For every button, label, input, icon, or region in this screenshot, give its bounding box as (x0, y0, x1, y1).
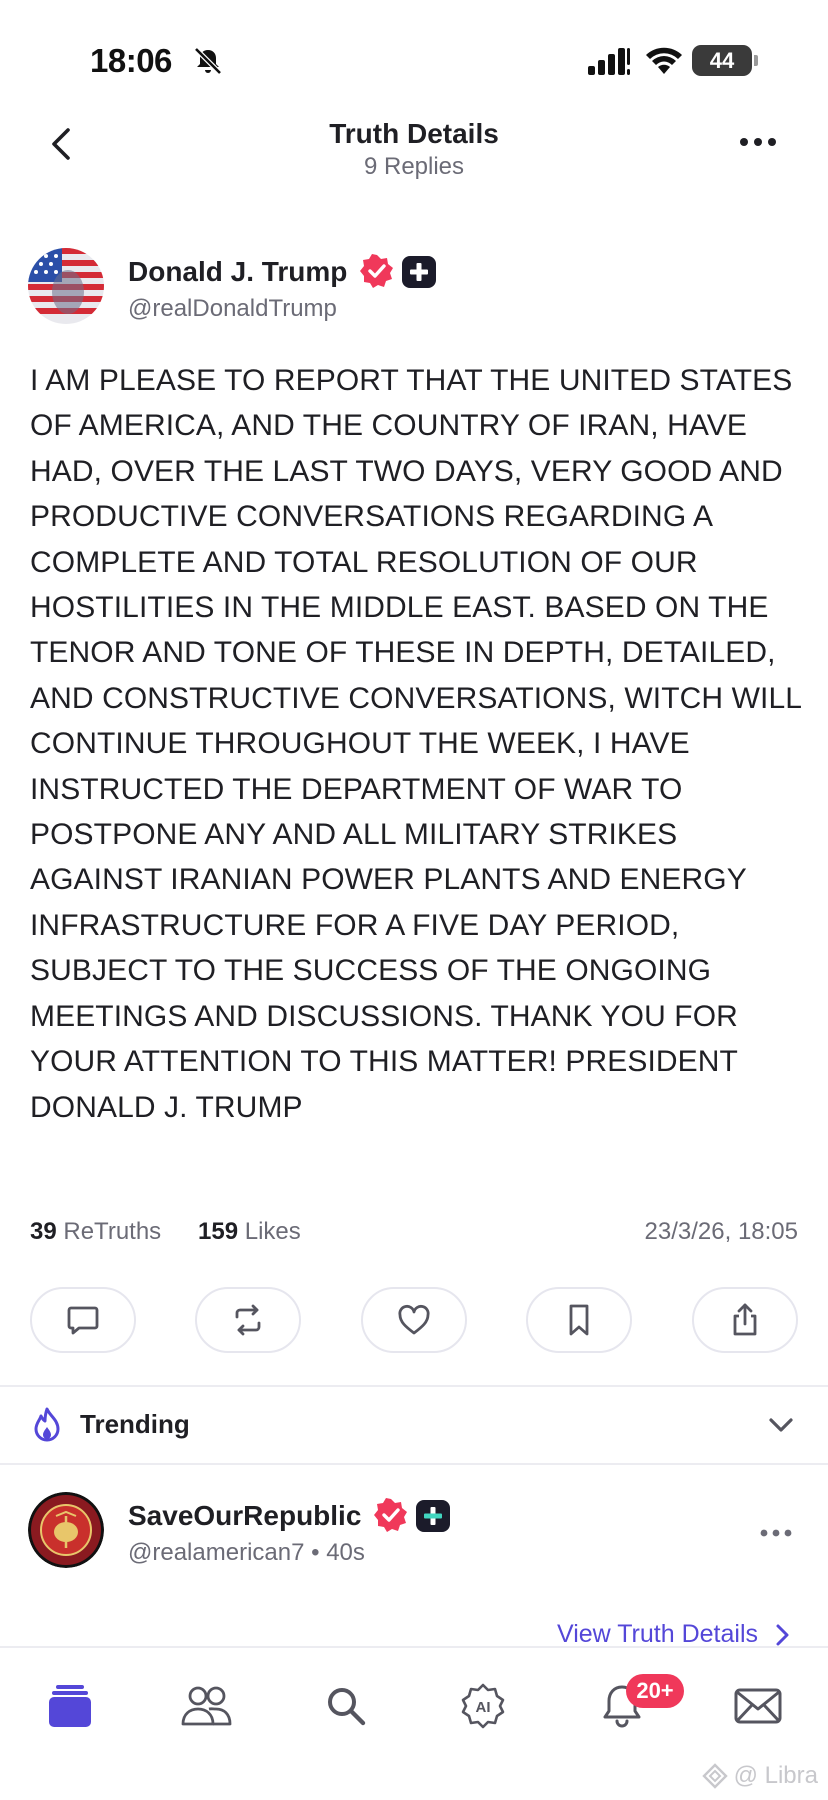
status-bar: 18:06 44 (0, 0, 828, 120)
reply-icon (67, 1306, 99, 1335)
battery-cap (754, 55, 758, 66)
nav-search[interactable] (318, 1678, 374, 1734)
chevron-right-icon (776, 1624, 789, 1645)
divider (0, 1463, 828, 1465)
reply-author-handle[interactable]: @realamerican7 • 40s (128, 1539, 365, 1567)
post-actions (30, 1287, 798, 1353)
like-button[interactable] (361, 1287, 467, 1353)
status-time: 18:06 (90, 42, 172, 79)
svg-text:AI: AI (476, 1699, 491, 1716)
divider (0, 1385, 828, 1387)
reply-author-name[interactable]: SaveOurRepublic (128, 1500, 361, 1532)
post-stats: 39 ReTruths 159 Likes 23/3/26, 18:05 (30, 1218, 798, 1248)
chevron-down-icon[interactable] (766, 1413, 796, 1437)
author-handle[interactable]: @realDonaldTrump (128, 295, 337, 323)
reply-button[interactable] (30, 1287, 136, 1353)
cellular-signal-icon (588, 48, 630, 75)
notification-count-badge: 20+ (626, 1674, 684, 1708)
trending-section[interactable]: Trending (0, 1395, 828, 1455)
view-truth-details-link[interactable]: View Truth Details (557, 1620, 790, 1649)
page-header: Truth Details 9 Replies (0, 110, 828, 190)
heart-icon (398, 1304, 430, 1335)
plus-badge-icon (402, 256, 436, 288)
post-timestamp: 23/3/26, 18:05 (644, 1218, 798, 1245)
more-options-icon[interactable] (758, 1526, 794, 1540)
bookmark-icon (569, 1304, 589, 1336)
verified-badge-icon (360, 254, 393, 288)
more-options-icon[interactable] (738, 132, 778, 152)
nav-ai[interactable]: AI (455, 1678, 511, 1734)
nav-home[interactable] (42, 1678, 98, 1734)
bell-off-icon (194, 47, 222, 75)
post-text: I AM PLEASE TO REPORT THAT THE UNITED ST… (30, 364, 801, 1124)
home-icon (49, 1685, 91, 1727)
ai-icon: AI (461, 1683, 505, 1729)
retruths-stat[interactable]: 39 ReTruths (30, 1218, 161, 1246)
nav-messages[interactable] (730, 1678, 786, 1734)
messages-icon (734, 1688, 782, 1724)
likes-stat[interactable]: 159 Likes (198, 1218, 301, 1246)
avatar[interactable] (28, 248, 104, 324)
search-icon (328, 1688, 366, 1726)
replies-count: 9 Replies (363, 153, 465, 180)
plus-badge-icon (416, 1500, 450, 1532)
bookmark-button[interactable] (526, 1287, 632, 1353)
nav-groups[interactable] (178, 1678, 234, 1734)
bottom-navigation: AI 20+ @ Libra (0, 1646, 828, 1800)
verified-badge-icon (374, 1498, 407, 1532)
groups-icon (181, 1686, 232, 1726)
avatar[interactable] (28, 1492, 104, 1568)
trending-label: Trending (80, 1409, 190, 1439)
retruth-button[interactable] (195, 1287, 301, 1353)
share-icon (733, 1303, 757, 1336)
post-author[interactable]: Donald J. Trump @realDonaldTrump (28, 248, 798, 328)
watermark: @ Libra (701, 1762, 818, 1790)
page-title: Truth Details (329, 118, 499, 149)
wifi-icon (646, 47, 682, 74)
reply-item[interactable]: SaveOurRepublic @realamerican7 • 40s (28, 1492, 798, 1572)
share-button[interactable] (692, 1287, 798, 1353)
flame-icon (34, 1407, 60, 1442)
watermark-logo-icon (701, 1763, 728, 1789)
retruth-icon (235, 1304, 261, 1336)
battery-indicator: 44 (692, 45, 752, 76)
author-name[interactable]: Donald J. Trump (128, 256, 347, 288)
